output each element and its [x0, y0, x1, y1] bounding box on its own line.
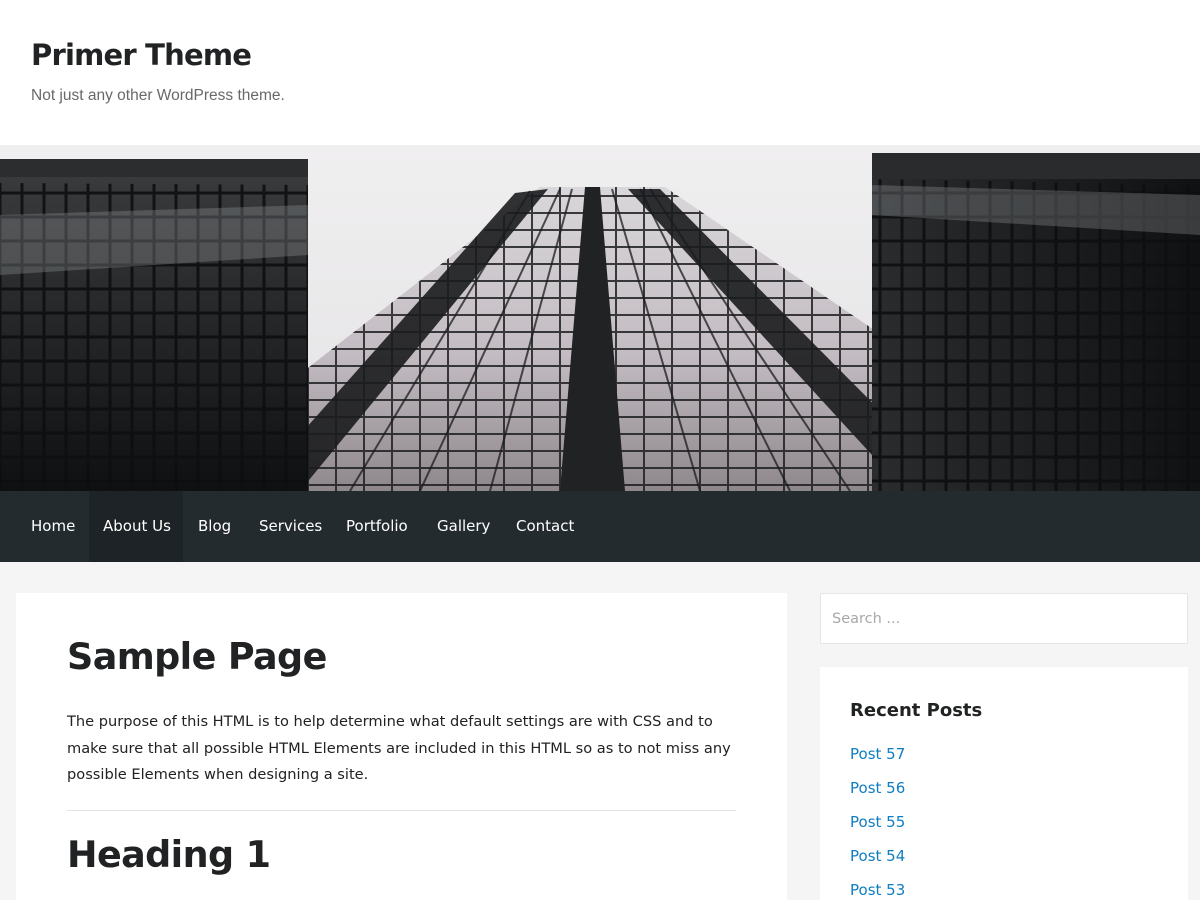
content-divider: [67, 810, 736, 811]
main-navigation: Home About Us Blog Services Portfolio Ga…: [0, 491, 1200, 562]
nav-item-gallery[interactable]: Gallery: [437, 491, 490, 562]
nav-item-blog[interactable]: Blog: [198, 491, 231, 562]
site-tagline: Not just any other WordPress theme.: [31, 87, 285, 104]
heading-1: Heading 1: [67, 833, 271, 876]
page-title: Sample Page: [67, 635, 327, 678]
recent-posts-widget: Recent Posts Post 57 Post 56 Post 55 Pos…: [820, 667, 1188, 900]
nav-item-portfolio[interactable]: Portfolio: [346, 491, 408, 562]
recent-post-link[interactable]: Post 53: [850, 881, 905, 899]
skyscraper-illustration: [0, 145, 1200, 491]
content-card: Sample Page The purpose of this HTML is …: [16, 593, 787, 900]
recent-posts-title: Recent Posts: [850, 700, 983, 721]
recent-post-link[interactable]: Post 56: [850, 779, 905, 797]
nav-item-home[interactable]: Home: [31, 491, 75, 562]
hero-image: [0, 145, 1200, 491]
site-header: Primer Theme Not just any other WordPres…: [0, 0, 1200, 145]
recent-post-link[interactable]: Post 54: [850, 847, 905, 865]
search-input[interactable]: [820, 593, 1188, 644]
intro-paragraph: The purpose of this HTML is to help dete…: [67, 713, 731, 783]
nav-item-about-us[interactable]: About Us: [89, 491, 183, 562]
site-title[interactable]: Primer Theme: [31, 38, 252, 72]
recent-post-link[interactable]: Post 55: [850, 813, 905, 831]
nav-item-contact[interactable]: Contact: [516, 491, 574, 562]
nav-item-services[interactable]: Services: [259, 491, 322, 562]
recent-post-link[interactable]: Post 57: [850, 745, 905, 763]
